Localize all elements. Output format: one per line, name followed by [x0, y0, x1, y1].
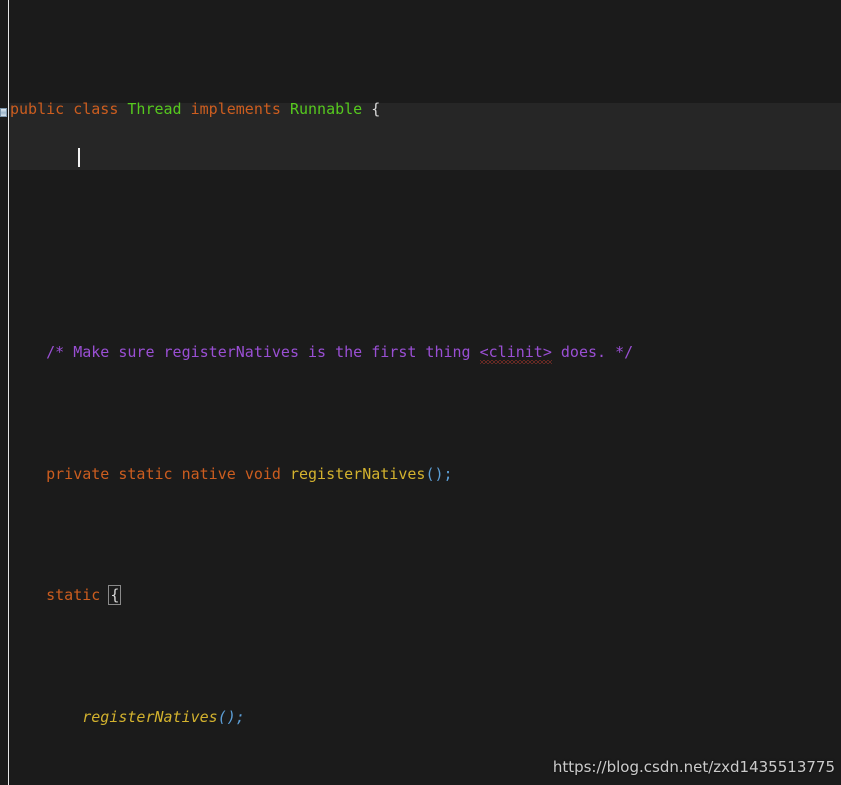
code-line[interactable]: public class Thread implements Runnable …	[9, 97, 841, 121]
editor-gutter[interactable]	[0, 0, 8, 785]
code-line-blank[interactable]	[9, 219, 841, 243]
token-parens: ()	[425, 464, 444, 483]
code-fold-marker-icon[interactable]	[0, 108, 7, 117]
token-keyword: native	[181, 464, 236, 483]
token-semicolon: ;	[235, 707, 245, 726]
code-editor[interactable]: public class Thread implements Runnable …	[0, 0, 841, 785]
token-semicolon: ;	[443, 464, 453, 483]
code-surface[interactable]: public class Thread implements Runnable …	[9, 0, 841, 785]
token-keyword: static	[46, 586, 101, 605]
code-line[interactable]: /* Make sure registerNatives is the firs…	[9, 340, 841, 364]
token-type: Runnable	[289, 100, 363, 119]
text-caret	[78, 148, 80, 167]
token-comment: /* Make sure registerNatives is the firs…	[46, 343, 480, 362]
token-keyword: implements	[190, 100, 281, 119]
token-parens: ()	[217, 707, 236, 726]
token-keyword: void	[244, 464, 281, 483]
token-comment: does. */	[551, 343, 634, 362]
token-brace-matched: {	[108, 585, 122, 606]
token-keyword: public	[10, 100, 65, 119]
token-keyword: static	[118, 464, 173, 483]
token-keyword: private	[46, 464, 110, 483]
token-keyword: class	[73, 100, 119, 119]
token-method: registerNatives	[289, 464, 426, 483]
token-brace: {	[371, 100, 381, 119]
token-type: Thread	[127, 100, 182, 119]
csdn-watermark: https://blog.csdn.net/zxd1435513775	[552, 757, 835, 776]
code-line[interactable]: static {	[9, 583, 841, 607]
code-line[interactable]: private static native void registerNativ…	[9, 462, 841, 486]
token-comment-misspelled: <clinit>	[479, 343, 552, 362]
code-line[interactable]: registerNatives();	[9, 705, 841, 729]
token-method: registerNatives	[82, 707, 218, 726]
